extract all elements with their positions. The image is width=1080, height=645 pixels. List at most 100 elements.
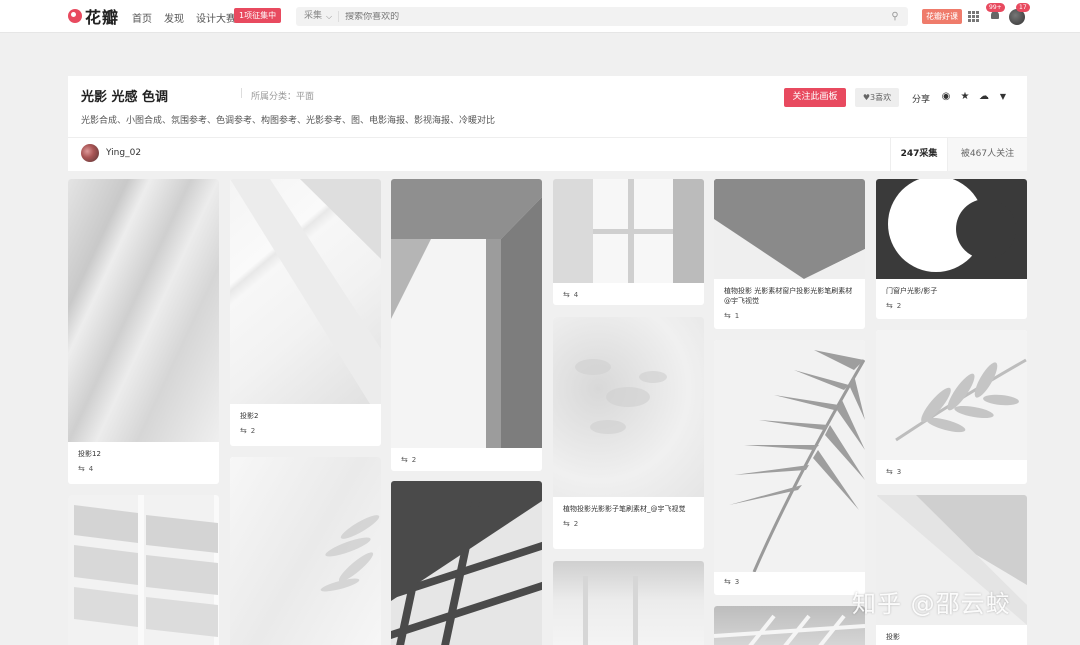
pin-image[interactable]: [391, 179, 542, 448]
pin-image[interactable]: [68, 495, 219, 645]
pin-meta: ⇆ 3: [886, 467, 902, 476]
pin-card[interactable]: 门窗户光影/影子 ⇆ 2: [876, 179, 1027, 319]
search-icon[interactable]: ⚲: [888, 11, 902, 22]
pin-caption: 门窗户光影/影子: [886, 287, 938, 295]
repin-icon: ⇆: [724, 311, 731, 320]
pin-meta: ⇆ 3: [724, 577, 740, 586]
divider: [68, 137, 1027, 138]
window-shadow-image: [74, 505, 218, 637]
search-input[interactable]: [339, 11, 888, 22]
blurred-leaf-image: [575, 359, 667, 434]
search-bar: 采集⌵ ⚲: [296, 7, 908, 26]
pin-image[interactable]: [230, 457, 381, 645]
pin-caption: 投影: [886, 633, 900, 641]
window-grid-shadow-image: [391, 501, 542, 645]
wechat-icon[interactable]: ☁: [978, 91, 990, 103]
owner-avatar[interactable]: [81, 144, 99, 162]
repin-icon: ⇆: [563, 290, 570, 299]
owner-name[interactable]: Ying_02: [106, 148, 141, 158]
pin-image[interactable]: [553, 317, 704, 497]
pin-card[interactable]: 投影: [876, 495, 1027, 645]
logo-text: 花瓣: [85, 8, 120, 27]
pin-image[interactable]: [68, 179, 219, 442]
pin-image[interactable]: [714, 179, 865, 279]
board-title: 光影 光感 色调: [81, 90, 169, 105]
pin-card[interactable]: 投影12 ⇆ 4: [68, 179, 219, 484]
pin-image[interactable]: [714, 340, 865, 572]
logo-icon: [68, 9, 82, 23]
pin-meta: ⇆ 2: [240, 426, 256, 435]
repin-icon: ⇆: [886, 467, 893, 476]
door-shadow-image: [391, 179, 542, 448]
pin-image[interactable]: [230, 179, 381, 404]
pin-card[interactable]: 植物投影 光影素材窗户投影光影笔刷素材 @宇飞视觉 ⇆ 1: [714, 179, 865, 329]
circle-light-image: [888, 179, 1016, 272]
pin-card[interactable]: ⇆ 2: [391, 179, 542, 471]
contest-badge[interactable]: 1项征集中: [234, 8, 282, 23]
nav-design-contest[interactable]: 设计大赛: [196, 10, 236, 25]
pin-card[interactable]: [391, 481, 542, 645]
leaf-shadow-image: [320, 515, 380, 592]
search-scope-select[interactable]: 采集 ⌵: [296, 11, 340, 22]
star-icon[interactable]: ★: [959, 91, 971, 103]
pin-card[interactable]: ⇆ 3: [876, 330, 1027, 484]
tab-pins[interactable]: 247采集: [890, 138, 948, 171]
top-navigation: 花瓣 首页 发现 设计大赛 1项征集中 采集⌵ ⚲ 花瓣好课 99+ 17: [0, 0, 1080, 33]
chevron-down-icon: ⌵: [326, 12, 333, 21]
pin-card[interactable]: 投影2 ⇆ 2: [230, 179, 381, 446]
pin-image[interactable]: [714, 606, 865, 645]
pin-meta: ⇆ 4: [78, 464, 94, 473]
pin-card[interactable]: [714, 606, 865, 645]
pin-card[interactable]: [553, 561, 704, 645]
pin-meta: ⇆ 2: [886, 301, 902, 310]
hot-course-button[interactable]: 花瓣好课: [922, 9, 962, 24]
pin-caption: 投影2: [240, 412, 259, 420]
user-message-badge: 17: [1016, 3, 1030, 12]
pin-caption: 植物投影光影影子笔刷素材_@宇飞视觉: [563, 505, 686, 513]
pin-card[interactable]: [230, 457, 381, 645]
watermark: 知乎 @邵云蛟: [852, 590, 1011, 618]
repin-icon: ⇆: [563, 519, 570, 528]
notification-count-badge: 99+: [986, 3, 1005, 12]
pin-meta: ⇆ 2: [401, 455, 417, 464]
window-light-image: [553, 179, 704, 283]
like-button[interactable]: ♥3喜欢: [855, 88, 899, 107]
share-label: 分享: [912, 95, 931, 105]
ceiling-grid-image: [714, 614, 865, 645]
light-streak-image: [230, 179, 381, 404]
tab-followers[interactable]: 被467人关注: [948, 138, 1027, 171]
pin-image[interactable]: [876, 330, 1027, 460]
repin-icon: ⇆: [401, 455, 408, 464]
pin-caption: 投影12: [78, 450, 101, 458]
nav-home[interactable]: 首页: [132, 10, 152, 25]
apps-grid-icon[interactable]: [968, 11, 979, 22]
repin-icon: ⇆: [886, 301, 893, 310]
main-nav: 首页 发现 设计大赛: [132, 10, 248, 25]
board-category[interactable]: 所属分类：平面: [251, 89, 314, 102]
pin-meta: ⇆ 2: [563, 519, 579, 528]
weibo-icon[interactable]: ◉: [940, 91, 952, 103]
board-tags: 光影合成、小图合成、氛围参考、色调参考、构图参考、光影参考、图、电影海报、影视海…: [81, 116, 496, 126]
more-dropdown-icon[interactable]: ▼: [997, 91, 1009, 103]
angled-shadow-image: [714, 179, 865, 279]
logo[interactable]: 花瓣: [68, 6, 120, 27]
pin-caption: 植物投影 光影素材窗户投影光影笔刷素材 @宇飞视觉: [724, 287, 853, 305]
repin-icon: ⇆: [724, 577, 731, 586]
pin-card[interactable]: [68, 495, 219, 645]
board-header: 光影 光感 色调 所属分类：平面 光影合成、小图合成、氛围参考、色调参考、构图参…: [68, 76, 1027, 171]
follow-board-button[interactable]: 关注此画板: [784, 88, 846, 107]
pin-image[interactable]: [553, 561, 704, 645]
pin-meta: ⇆ 4: [563, 290, 579, 299]
window-frame-image: [583, 576, 638, 645]
pin-card[interactable]: 植物投影光影影子笔刷素材_@宇飞视觉 ⇆ 2: [553, 317, 704, 549]
pin-image[interactable]: [553, 179, 704, 283]
leaf-shadow-image: [895, 358, 1027, 442]
pin-image[interactable]: [391, 481, 542, 645]
divider: [241, 88, 242, 98]
pin-image[interactable]: [876, 179, 1027, 279]
nav-discover[interactable]: 发现: [164, 10, 184, 25]
repin-icon: ⇆: [240, 426, 247, 435]
palm-shadow-image: [729, 350, 865, 572]
pin-card[interactable]: ⇆ 4: [553, 179, 704, 305]
pin-card[interactable]: ⇆ 3: [714, 340, 865, 595]
